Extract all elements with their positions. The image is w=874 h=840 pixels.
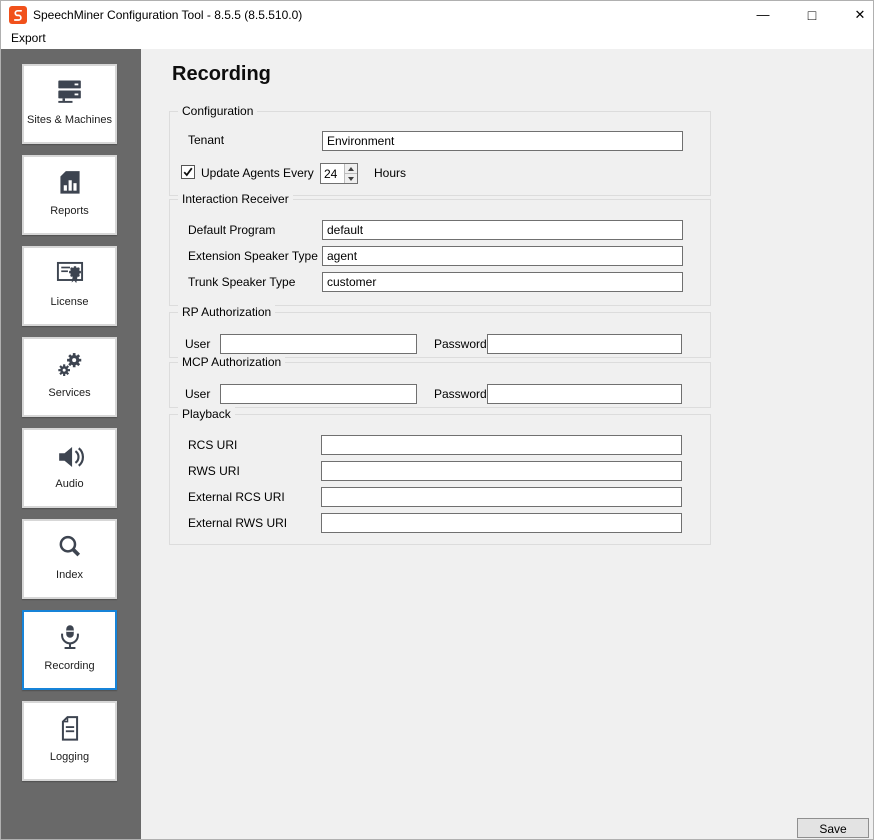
interaction-receiver-legend: Interaction Receiver (178, 192, 293, 206)
menu-export[interactable]: Export (7, 29, 50, 49)
mcp-authorization-legend: MCP Authorization (178, 355, 286, 369)
certificate-icon (56, 261, 83, 284)
hours-label: Hours (374, 166, 407, 180)
rp-password-label: Password (434, 337, 487, 351)
playback-groupbox: Playback RCS URI RWS URI External RCS UR… (169, 407, 711, 545)
playback-legend: Playback (178, 407, 235, 421)
gears-icon (57, 353, 81, 376)
external-rws-uri-label: External RWS URI (188, 516, 288, 530)
sidebar-item-sites-machines[interactable]: Sites & Machines (22, 64, 117, 144)
bar-chart-document-icon (59, 171, 80, 194)
sidebar-item-label: Audio (55, 478, 84, 490)
external-rcs-uri-input[interactable] (321, 487, 682, 507)
configuration-groupbox: Configuration Tenant Update Agents Every… (169, 104, 711, 196)
rws-uri-label: RWS URI (188, 464, 240, 478)
close-button[interactable]: ✕ (844, 1, 873, 29)
checkmark-icon (183, 167, 193, 177)
trunk-speaker-type-label: Trunk Speaker Type (188, 275, 296, 289)
external-rcs-uri-label: External RCS URI (188, 490, 285, 504)
sidebar-item-recording[interactable]: Recording (22, 610, 117, 690)
sidebar-item-label: License (50, 296, 89, 308)
default-program-label: Default Program (188, 223, 276, 237)
update-agents-checkbox[interactable] (181, 165, 195, 179)
tenant-label: Tenant (188, 133, 225, 147)
minimize-button[interactable]: — (747, 1, 779, 29)
sidebar-item-label: Services (48, 387, 91, 399)
rp-user-input[interactable] (220, 334, 417, 354)
update-agents-label: Update Agents Every (201, 166, 314, 180)
main-panel: Recording Configuration Tenant Update Ag… (141, 49, 873, 839)
titlebar: SpeechMiner Configuration Tool - 8.5.5 (… (1, 1, 873, 29)
stepper-up-button[interactable] (345, 164, 357, 173)
sidebar-item-services[interactable]: Services (22, 337, 117, 417)
rp-user-label: User (185, 337, 211, 351)
stepper-down-button[interactable] (345, 173, 357, 183)
external-rws-uri-input[interactable] (321, 513, 682, 533)
page-title: Recording (172, 63, 271, 85)
rp-authorization-groupbox: RP Authorization User Password (169, 305, 711, 358)
trunk-speaker-type-input[interactable] (322, 272, 683, 292)
sidebar: Sites & Machines Reports License Service… (1, 49, 141, 839)
default-program-input[interactable] (322, 220, 683, 240)
sidebar-item-logging[interactable]: Logging (22, 701, 117, 781)
sidebar-item-reports[interactable]: Reports (22, 155, 117, 235)
interaction-receiver-groupbox: Interaction Receiver Default Program Ext… (169, 192, 711, 306)
menubar: Export (1, 29, 873, 49)
microphone-icon (60, 625, 79, 649)
save-button[interactable]: Save (797, 818, 869, 838)
stepper-arrows (344, 164, 357, 183)
rws-uri-input[interactable] (321, 461, 682, 481)
window-title: SpeechMiner Configuration Tool - 8.5.5 (… (33, 8, 303, 22)
mcp-authorization-groupbox: MCP Authorization User Password (169, 355, 711, 408)
rcs-uri-input[interactable] (321, 435, 682, 455)
magnifier-icon (59, 535, 80, 557)
sidebar-item-label: Sites & Machines (27, 114, 112, 126)
mcp-user-input[interactable] (220, 384, 417, 404)
sidebar-item-label: Logging (49, 751, 90, 763)
configuration-legend: Configuration (178, 104, 258, 118)
speechminer-window: SpeechMiner Configuration Tool - 8.5.5 (… (0, 0, 874, 840)
speechminer-logo-icon (9, 6, 27, 24)
tenant-input[interactable] (322, 131, 683, 151)
servers-icon (57, 80, 81, 103)
rp-authorization-legend: RP Authorization (178, 305, 276, 319)
interval-stepper[interactable] (320, 163, 358, 184)
sidebar-item-label: Reports (50, 205, 89, 217)
document-lines-icon (61, 716, 78, 741)
sidebar-item-index[interactable]: Index (22, 519, 117, 599)
interval-input[interactable] (321, 164, 344, 183)
sidebar-item-audio[interactable]: Audio (22, 428, 117, 508)
speaker-icon (58, 447, 84, 467)
mcp-password-label: Password (434, 387, 487, 401)
maximize-button[interactable]: □ (796, 1, 828, 29)
extension-speaker-type-label: Extension Speaker Type (188, 249, 318, 263)
sidebar-item-label: Index (56, 569, 83, 581)
mcp-password-input[interactable] (487, 384, 682, 404)
extension-speaker-type-input[interactable] (322, 246, 683, 266)
rp-password-input[interactable] (487, 334, 682, 354)
sidebar-item-label: Recording (44, 660, 95, 672)
rcs-uri-label: RCS URI (188, 438, 238, 452)
sidebar-item-license[interactable]: License (22, 246, 117, 326)
mcp-user-label: User (185, 387, 211, 401)
